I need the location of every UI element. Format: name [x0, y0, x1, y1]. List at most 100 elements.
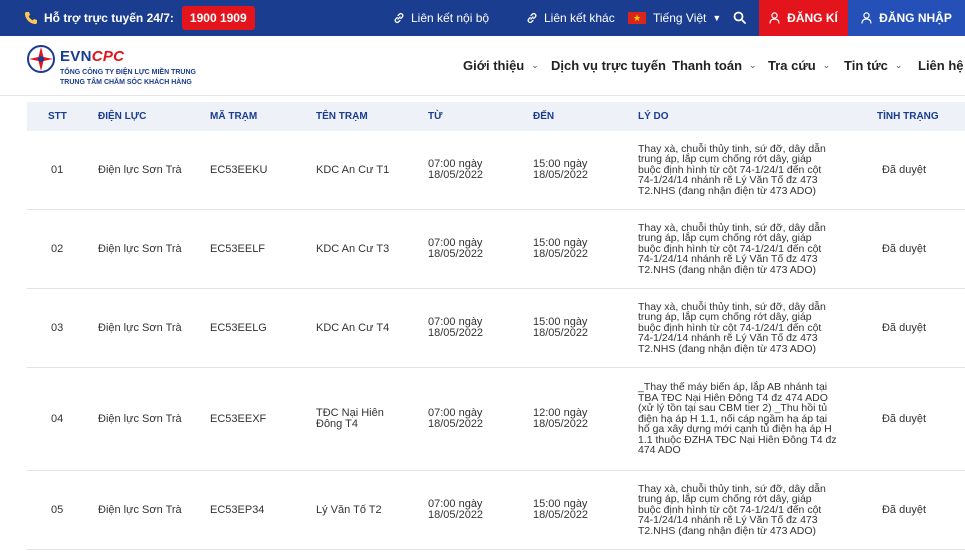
support-label: Hỗ trợ trực tuyến 24/7:	[44, 11, 174, 25]
cell-unit: Điện lực Sơn Trà	[98, 163, 182, 176]
reason-line: T2.NHS (đang nhận điện từ 473 ADO)	[638, 184, 817, 197]
nav-dich-vu-truc-tuyen[interactable]: Dịch vụ trực tuyến	[551, 36, 666, 94]
cell-from: 07:00 ngày 18/05/2022	[428, 131, 483, 209]
station-line: KDC An Cư T1	[316, 163, 390, 176]
col-ly-do: LÝ DO	[638, 111, 669, 122]
logo-name-cpc: CPC	[91, 48, 125, 65]
cell-reason: _Thay thế máy biến áp, lắp AB nhánh tại …	[638, 368, 852, 470]
table-row: 03 Điện lực Sơn Trà EC53EELG KDC An Cư T…	[27, 289, 965, 368]
chevron-down-icon: ⌄	[749, 59, 757, 70]
cell-unit: Điện lực Sơn Trà	[98, 412, 182, 425]
cell-to: 15:00 ngày 18/05/2022	[533, 289, 588, 367]
evncpc-logo[interactable]: EVNCPC TỔNG CÔNG TY ĐIỆN LỰC MIỀN TRUNG …	[26, 44, 206, 90]
language-label: Tiếng Việt	[653, 11, 707, 25]
cell-to: 15:00 ngày 18/05/2022	[533, 210, 588, 288]
from-line: 18/05/2022	[428, 248, 484, 260]
logo-subtitle-1: TỔNG CÔNG TY ĐIỆN LỰC MIỀN TRUNG	[60, 69, 196, 76]
nav-tra-cuu[interactable]: Tra cứu ⌄	[768, 36, 830, 94]
support-info: Hỗ trợ trực tuyến 24/7: 1900 1909	[24, 0, 255, 36]
cell-code: EC53EEXF	[210, 412, 267, 425]
internal-link[interactable]: Liên kết nội bộ	[393, 0, 489, 36]
to-line: 18/05/2022	[533, 169, 589, 181]
cell-to: 12:00 ngày 18/05/2022	[533, 368, 588, 470]
station-line: Lý Văn Tố T2	[316, 503, 382, 516]
chevron-down-icon: ⌄	[531, 59, 539, 70]
logo-subtitle-2: TRUNG TÂM CHĂM SÓC KHÁCH HÀNG	[60, 79, 192, 86]
cell-reason: Thay xà, chuỗi thủy tinh, sứ đỡ, dây dẫn…	[638, 471, 852, 549]
cell-to: 15:00 ngày 18/05/2022	[533, 471, 588, 549]
nav-tin-tuc[interactable]: Tin tức ⌄	[844, 36, 902, 94]
nav-label: Tin tức	[844, 57, 888, 73]
nav-label: Thanh toán	[672, 57, 743, 73]
cell-stt: 03	[51, 321, 64, 334]
cell-stt: 04	[51, 412, 64, 425]
link-icon	[527, 12, 537, 24]
nav-label: Dịch vụ trực tuyến	[551, 57, 666, 73]
col-dien-luc: ĐIỆN LỰC	[98, 111, 147, 122]
cell-code: EC53EEKU	[210, 163, 268, 176]
col-tu: TỪ	[428, 111, 443, 122]
vietnam-flag-icon: ★	[628, 12, 646, 24]
login-button[interactable]: ĐĂNG NHẬP	[848, 0, 965, 36]
cell-status: Đã duyệt	[881, 503, 927, 516]
col-ma-tram: MÃ TRẠM	[210, 111, 258, 122]
table-row: 05 Điện lực Sơn Trà EC53EP34 Lý Văn Tố T…	[27, 471, 965, 550]
cell-status: Đã duyệt	[881, 163, 927, 176]
col-den: ĐẾN	[533, 111, 555, 122]
cell-stt: 01	[51, 163, 64, 176]
chevron-down-icon: ⌄	[822, 59, 831, 70]
nav-gioi-thieu[interactable]: Giới thiệu ⌄	[463, 36, 539, 94]
chevron-down-icon: ▼	[712, 13, 722, 23]
link-icon	[394, 12, 404, 24]
nav-label: Tra cứu	[768, 57, 816, 73]
to-line: 18/05/2022	[533, 418, 589, 430]
cell-code: EC53EP34	[210, 503, 265, 516]
cell-station: KDC An Cư T3	[316, 210, 389, 288]
reason-line: _Thay thế máy biến áp, lắp AB nhánh tại	[638, 380, 828, 393]
nav-thanh-toan[interactable]: Thanh toán ⌄	[672, 36, 757, 94]
language-selector[interactable]: ★ Tiếng Việt ▼	[628, 0, 721, 36]
cell-station: TĐC Nại Hiên Đông T4	[316, 368, 384, 470]
cell-stt: 02	[51, 242, 64, 255]
col-stt: STT	[48, 111, 67, 122]
cell-to: 15:00 ngày 18/05/2022	[533, 131, 588, 209]
hotline-badge[interactable]: 1900 1909	[181, 6, 255, 30]
cell-status: Đã duyệt	[881, 412, 927, 425]
cell-status: Đã duyệt	[881, 242, 927, 255]
col-tinh-trang: TÌNH TRẠNG	[877, 111, 939, 122]
search-icon[interactable]	[733, 11, 746, 24]
internal-link-label: Liên kết nội bộ	[411, 11, 490, 25]
cell-unit: Điện lực Sơn Trà	[98, 503, 182, 516]
cell-from: 07:00 ngày 18/05/2022	[428, 210, 483, 288]
nav-label: Liên hệ	[918, 57, 964, 73]
other-link[interactable]: Liên kết khác	[526, 0, 615, 36]
cell-reason: Thay xà, chuỗi thủy tinh, sứ đỡ, dây dẫn…	[638, 210, 852, 288]
from-line: 18/05/2022	[428, 418, 484, 430]
login-label: ĐĂNG NHẬP	[879, 11, 952, 25]
to-line: 18/05/2022	[533, 327, 589, 339]
register-button[interactable]: ĐĂNG KÍ	[759, 0, 848, 36]
logo-name-evn: EVN	[60, 48, 92, 65]
outage-schedule-table: STT ĐIỆN LỰC MÃ TRẠM TÊN TRẠM TỪ ĐẾN LÝ …	[27, 102, 965, 550]
nav-label: Giới thiệu	[463, 57, 525, 73]
register-label: ĐĂNG KÍ	[787, 11, 838, 25]
cell-station: Lý Văn Tố T2	[316, 471, 382, 549]
station-line: Đông T4	[316, 418, 358, 430]
to-line: 18/05/2022	[533, 509, 589, 521]
from-line: 18/05/2022	[428, 327, 484, 339]
cell-unit: Điện lực Sơn Trà	[98, 242, 182, 255]
cell-code: EC53EELF	[210, 242, 266, 255]
logo-wordmark: EVNCPC	[60, 48, 124, 65]
to-line: 18/05/2022	[533, 248, 589, 260]
station-line: KDC An Cư T3	[316, 242, 390, 255]
table-row: 02 Điện lực Sơn Trà EC53EELF KDC An Cư T…	[27, 210, 965, 289]
chevron-down-icon: ⌄	[894, 59, 903, 70]
evn-logo-icon	[27, 45, 55, 73]
cell-reason: Thay xà, chuỗi thủy tinh, sứ đỡ, dây dẫn…	[638, 131, 852, 209]
cell-unit: Điện lực Sơn Trà	[98, 321, 182, 334]
station-line: KDC An Cư T4	[316, 321, 390, 334]
from-line: 18/05/2022	[428, 509, 484, 521]
nav-lien-he[interactable]: Liên hệ	[918, 36, 965, 94]
cell-reason: Thay xà, chuỗi thủy tinh, sứ đỡ, dây dẫn…	[638, 289, 852, 367]
cell-status: Đã duyệt	[881, 321, 927, 334]
